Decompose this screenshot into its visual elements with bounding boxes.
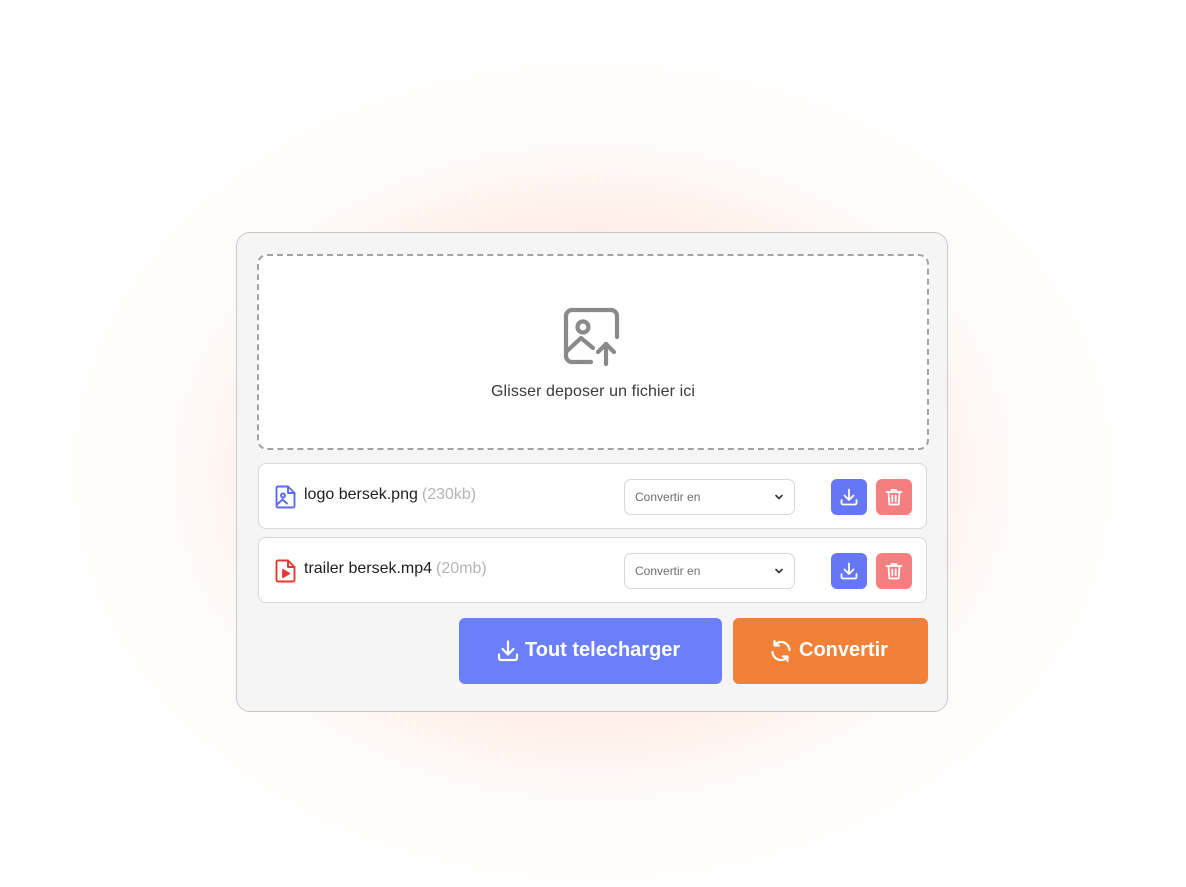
file-size: (230kb) xyxy=(421,486,477,503)
file-name-text: trailer bersek.mp4 xyxy=(304,560,433,577)
select-placeholder: Convertir en xyxy=(635,490,701,504)
chevron-down-icon xyxy=(775,568,783,574)
image-file-icon xyxy=(275,485,296,509)
file-dropzone[interactable]: Glisser deposer un fichier ici xyxy=(257,254,929,450)
convert-format-select[interactable]: Convertir en xyxy=(624,479,795,515)
trash-icon xyxy=(885,563,903,580)
file-size: (20mb) xyxy=(436,560,487,577)
converter-card: Glisser deposer un fichier ici logo bers… xyxy=(236,232,948,712)
image-upload-icon xyxy=(563,307,620,367)
dropzone-label: Glisser deposer un fichier ici xyxy=(491,383,695,400)
file-name-text: logo bersek.png xyxy=(304,486,418,503)
refresh-icon xyxy=(771,639,791,663)
file-row-png: logo bersek.png (230kb) Convertir en xyxy=(258,463,927,529)
download-file-button[interactable] xyxy=(831,553,867,589)
file-row-mp4: trailer bersek.mp4 (20mb) Convertir en xyxy=(258,537,927,603)
convert-format-select[interactable]: Convertir en xyxy=(624,553,795,589)
download-icon xyxy=(840,488,858,506)
delete-file-button[interactable] xyxy=(876,479,912,515)
download-icon xyxy=(497,640,519,662)
trash-icon xyxy=(885,489,903,506)
download-all-button[interactable]: Tout telecharger xyxy=(459,618,722,684)
select-placeholder: Convertir en xyxy=(635,564,701,578)
convert-label: Convertir xyxy=(799,639,888,661)
convert-button[interactable]: Convertir xyxy=(733,618,928,684)
download-icon xyxy=(840,562,858,580)
video-file-icon xyxy=(275,559,296,583)
file-name: logo bersek.png (230kb) xyxy=(304,486,476,504)
delete-file-button[interactable] xyxy=(876,553,912,589)
download-file-button[interactable] xyxy=(831,479,867,515)
file-name: trailer bersek.mp4 (20mb) xyxy=(304,560,487,578)
download-all-label: Tout telecharger xyxy=(525,639,681,661)
chevron-down-icon xyxy=(775,494,783,500)
